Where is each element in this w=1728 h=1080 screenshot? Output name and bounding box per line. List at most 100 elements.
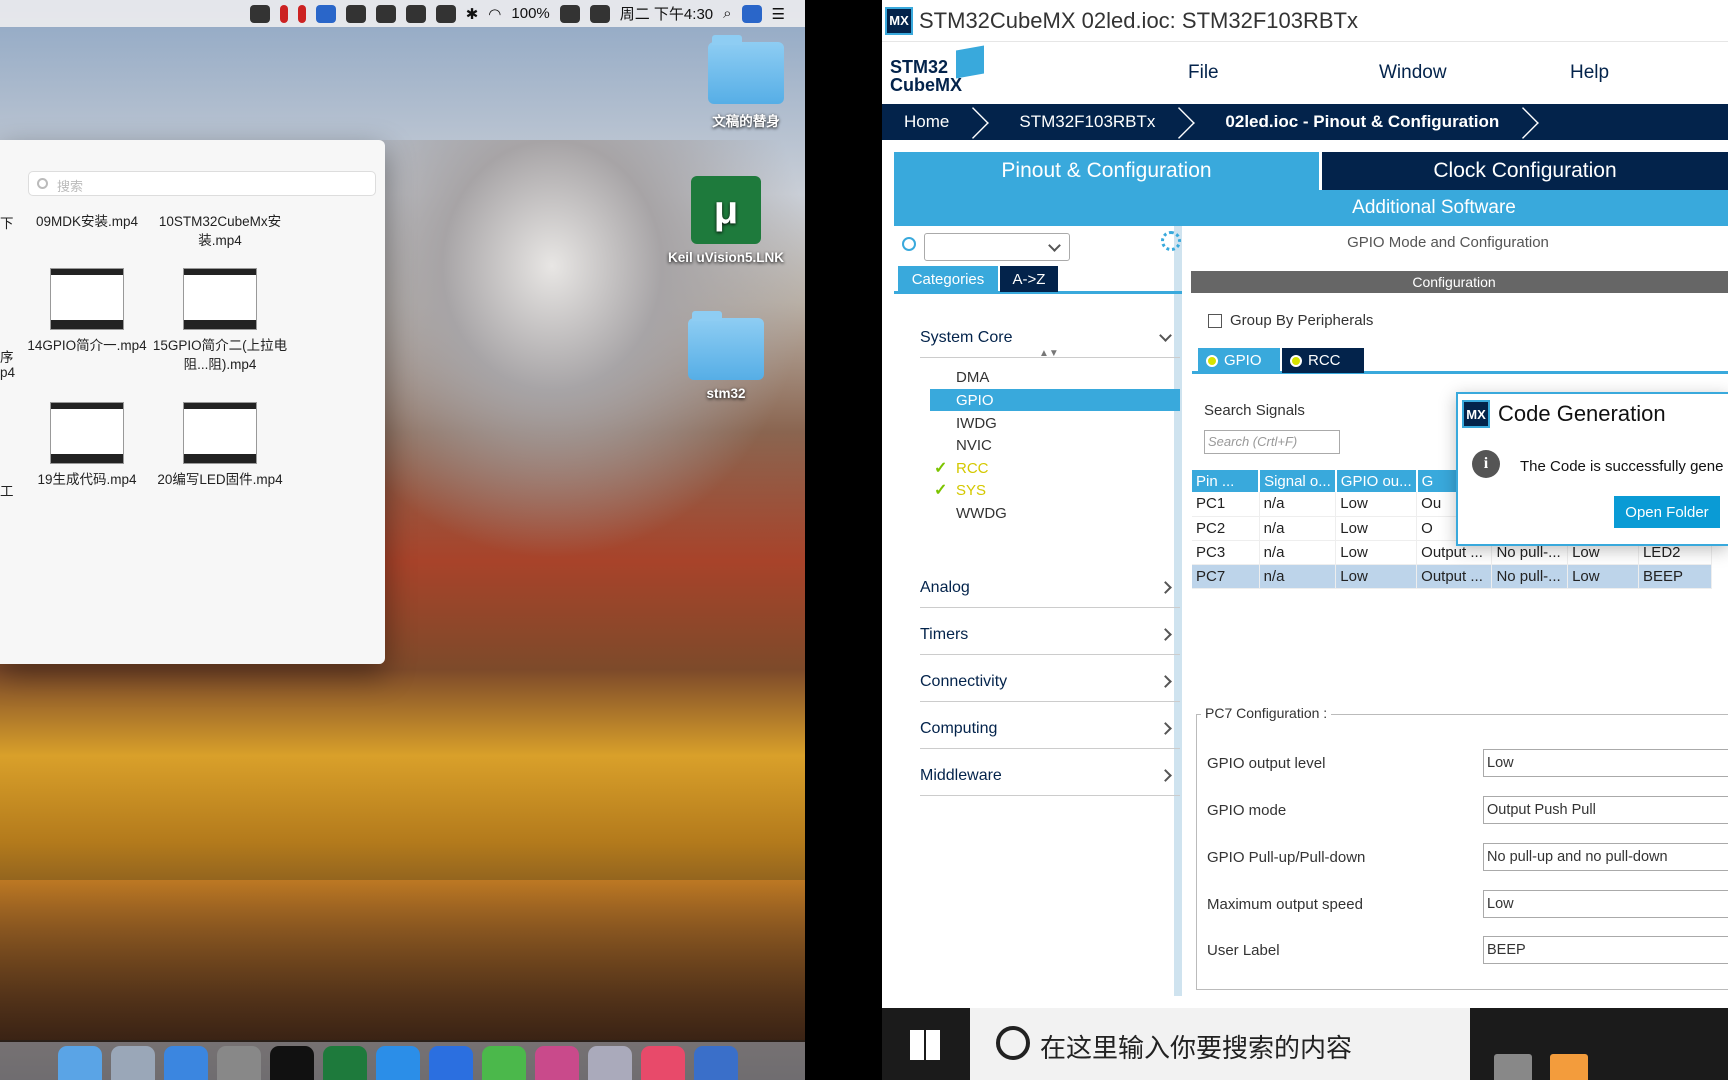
breadcrumb-home[interactable]: Home (882, 104, 997, 140)
tab-gpio[interactable]: GPIO (1198, 348, 1280, 373)
partial-file-label[interactable]: 工 (0, 480, 14, 500)
breadcrumb: Home STM32F103RBTx 02led.ioc - Pinout & … (882, 104, 1728, 140)
peripheral-nvic[interactable]: NVIC (930, 434, 1180, 456)
finder-file[interactable]: 09MDK安装.mp4 (17, 212, 157, 231)
taskbar-app-icon[interactable] (1550, 1054, 1588, 1080)
gear-icon[interactable] (1161, 231, 1181, 251)
peripheral-iwdg[interactable]: IWDG (930, 412, 1180, 434)
battery-percent[interactable]: 100% (511, 5, 549, 22)
record-icon[interactable] (297, 4, 306, 23)
tab-categories[interactable]: Categories (898, 266, 998, 292)
speed-select[interactable]: Low (1483, 890, 1728, 918)
finder-file[interactable]: 10STM32CubeMx安装.mp4 (150, 212, 290, 250)
desktop-icon-stm32[interactable]: stm32 (656, 311, 796, 401)
peripheral-wwdg[interactable]: WWDG (930, 502, 1180, 524)
gpio-mode-select[interactable]: Output Push Pull (1483, 796, 1728, 824)
status-icon-1[interactable] (345, 4, 366, 23)
section-timers[interactable]: Timers (920, 615, 1180, 655)
search-signals-input[interactable]: Search (Crtl+F) (1204, 430, 1340, 454)
safari-icon[interactable] (164, 1046, 208, 1080)
section-middleware[interactable]: Middleware (920, 756, 1180, 796)
tab-additional-software[interactable]: Additional Software (1352, 197, 1516, 219)
dock-app-icon[interactable] (429, 1046, 473, 1080)
dock-app-icon[interactable] (376, 1046, 420, 1080)
dock-app-icon[interactable] (535, 1046, 579, 1080)
table-cell: Low (1335, 516, 1418, 541)
battery-icon[interactable] (559, 4, 580, 23)
keil-icon: μ (691, 176, 761, 244)
status-icon-3[interactable] (405, 4, 426, 23)
sort-icon[interactable]: ▲▼ (1039, 348, 1059, 359)
bluetooth-icon[interactable]: ✱ (466, 5, 479, 23)
dock-app-icon[interactable] (482, 1046, 526, 1080)
dock-app-icon[interactable] (588, 1046, 632, 1080)
table-cell: n/a (1259, 564, 1337, 589)
section-label: Middleware (920, 766, 1002, 784)
breadcrumb-project[interactable]: 02led.ioc - Pinout & Configuration (1203, 104, 1547, 140)
output-level-select[interactable]: Low (1483, 749, 1728, 777)
terminal-icon[interactable] (270, 1046, 314, 1080)
desktop-icon-keil[interactable]: μ Keil uVision5.LNK (656, 176, 796, 265)
breadcrumb-mcu[interactable]: STM32F103RBTx (997, 104, 1203, 140)
section-connectivity[interactable]: Connectivity (920, 662, 1180, 702)
notification-center-icon[interactable]: ☰ (772, 5, 785, 23)
configuration-header: Configuration (1191, 271, 1728, 293)
partial-file-label[interactable]: 下 (0, 212, 14, 232)
tab-a-z[interactable]: A->Z (1000, 266, 1058, 292)
menubar-clock[interactable]: 周二 下午4:30 (620, 3, 713, 24)
windows-search-box[interactable]: 在这里输入你要搜索的内容 (970, 1008, 1470, 1080)
pause-icon[interactable] (279, 4, 288, 23)
search-icon[interactable] (902, 237, 916, 251)
user-label-input[interactable]: BEEP (1483, 936, 1728, 964)
finder-file[interactable]: 19生成代码.mp4 (17, 402, 157, 489)
category-search-combo[interactable] (924, 233, 1070, 261)
task-view-icon[interactable] (1494, 1054, 1532, 1080)
open-folder-button[interactable]: Open Folder (1614, 496, 1720, 528)
column-header[interactable]: Signal o... (1259, 470, 1337, 492)
launchpad-icon[interactable] (111, 1046, 155, 1080)
finder-file[interactable]: 15GPIO简介二(上拉电阻...阻).mp4 (150, 268, 290, 374)
finder-app-icon[interactable] (58, 1046, 102, 1080)
windows-start-icon[interactable] (910, 1030, 940, 1060)
column-header[interactable]: Pin ... (1192, 470, 1261, 492)
column-header[interactable]: GPIO ou... (1335, 470, 1418, 492)
tab-pinout-configuration[interactable]: Pinout & Configuration (894, 152, 1319, 190)
spotlight-icon[interactable]: ⌕ (723, 5, 731, 22)
table-cell: n/a (1259, 516, 1337, 541)
finder-file[interactable]: 14GPIO简介一.mp4 (17, 268, 157, 355)
pull-select[interactable]: No pull-up and no pull-down (1483, 843, 1728, 871)
peripheral-label: WWDG (956, 504, 1007, 522)
s-icon[interactable] (589, 4, 610, 23)
finder-file[interactable]: 20编写LED固件.mp4 (150, 402, 290, 489)
tab-label: GPIO (1224, 352, 1262, 369)
mx-app-icon: MX (885, 6, 913, 35)
grid-icon[interactable] (435, 4, 456, 23)
menu-window[interactable]: Window (1379, 62, 1447, 84)
music-icon[interactable] (641, 1046, 685, 1080)
finder-search-input[interactable]: 搜索 (28, 171, 376, 196)
partial-file-label[interactable]: 序 (0, 346, 14, 366)
status-icon-2[interactable] (375, 4, 396, 23)
group-by-peripherals[interactable]: Group By Peripherals (1208, 312, 1373, 329)
peripheral-gpio[interactable]: GPIO (930, 389, 1180, 411)
partial-file-label[interactable]: p4 (0, 365, 15, 380)
peripheral-sys[interactable]: ✓ SYS (930, 479, 1180, 501)
peripheral-dma[interactable]: DMA (930, 366, 1180, 388)
siri-icon[interactable] (741, 4, 762, 23)
vs-icon[interactable] (315, 4, 336, 23)
system-preferences-icon[interactable] (217, 1046, 261, 1080)
wifi-icon[interactable]: ◠ (488, 5, 501, 23)
menu-help[interactable]: Help (1570, 62, 1609, 84)
group-by-checkbox[interactable] (1208, 313, 1222, 328)
tab-clock-configuration[interactable]: Clock Configuration (1322, 152, 1728, 190)
tab-rcc[interactable]: RCC (1282, 348, 1364, 373)
wechat-icon[interactable] (249, 4, 270, 23)
dock-app-icon[interactable] (694, 1046, 738, 1080)
table-row-selected[interactable]: PC7 n/a Low Output ... No pull-... Low BEEP (1192, 564, 1712, 589)
section-computing[interactable]: Computing (920, 709, 1180, 749)
desktop-icon-documents-alias[interactable]: 文稿的替身 (676, 35, 805, 130)
peripheral-rcc[interactable]: ✓ RCC (930, 457, 1180, 479)
menu-file[interactable]: File (1188, 62, 1219, 84)
keil-dock-icon[interactable] (323, 1046, 367, 1080)
section-analog[interactable]: Analog (920, 568, 1180, 608)
